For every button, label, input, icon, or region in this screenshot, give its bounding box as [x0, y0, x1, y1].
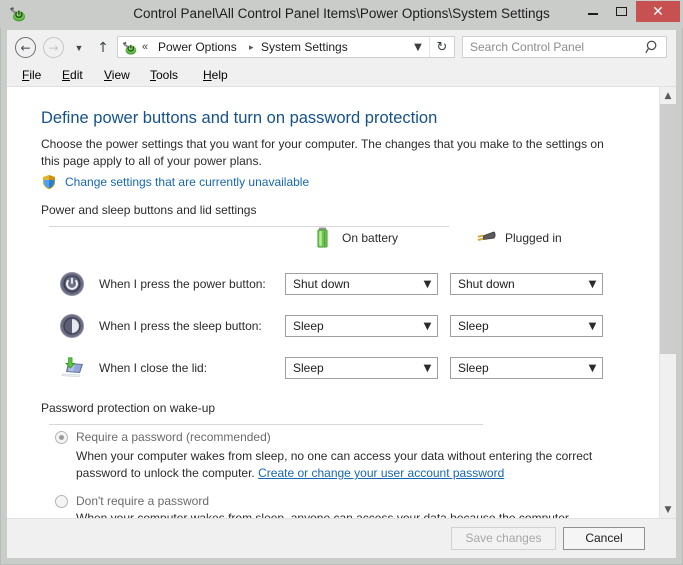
address-power-options-icon [122, 40, 138, 56]
scroll-down-arrow-icon[interactable]: ▼ [660, 501, 676, 518]
address-bar[interactable]: « Power Options ▸ System Settings ▼ ↻ [117, 36, 455, 58]
radio-require-password-dot[interactable] [55, 431, 68, 444]
breadcrumb-separator-icon[interactable]: ▸ [249, 37, 254, 57]
close-icon: ✕ [652, 3, 664, 20]
address-chevron-down-icon[interactable]: ▼ [407, 37, 429, 57]
menu-bar: File Edit View Tools Help [7, 64, 676, 86]
up-level-button[interactable]: ↑ [93, 37, 113, 58]
menu-file-rest: ile [29, 68, 42, 82]
dont-require-password-description-clipped: When your computer wakes from sleep, any… [76, 511, 626, 518]
vertical-scrollbar[interactable]: ▲ ▼ [659, 87, 676, 518]
chevron-down-icon: ▼ [423, 320, 432, 332]
combo-close-lid-on-battery[interactable]: Sleep ▼ [285, 357, 438, 379]
menu-edit-rest: dit [70, 68, 83, 82]
recent-pages-chevron-down-icon[interactable]: ▼ [70, 37, 88, 58]
menu-view-accel: V [104, 68, 112, 82]
save-changes-button[interactable]: Save changes [451, 527, 556, 550]
menu-tools-rest: ools [156, 68, 179, 82]
chevron-down-icon: ▼ [588, 278, 597, 290]
minimize-button[interactable] [578, 1, 607, 22]
scrollbar-thumb[interactable] [660, 104, 676, 354]
dont-require-password-body-text: When your computer wakes from sleep, any… [76, 511, 569, 518]
refresh-icon[interactable]: ↻ [429, 37, 454, 57]
setting-label-sleep-button: When I press the sleep button: [99, 319, 262, 333]
scroll-up-arrow-icon[interactable]: ▲ [660, 87, 676, 104]
combo-sleep-button-on-battery[interactable]: Sleep ▼ [285, 315, 438, 337]
content-frame: Define power buttons and turn on passwor… [7, 86, 676, 518]
create-change-password-link[interactable]: Create or change your user account passw… [258, 466, 504, 480]
chevron-down-icon: ▼ [588, 362, 597, 374]
menu-item-file[interactable]: File [15, 64, 48, 86]
breadcrumb-power-options[interactable]: Power Options [158, 37, 237, 57]
minimize-icon [578, 1, 607, 22]
breadcrumb-system-settings[interactable]: System Settings [261, 37, 348, 57]
radio-dont-require-password-dot[interactable] [55, 495, 68, 508]
search-icon [645, 39, 660, 55]
combo-close-lid-plugged-in-value: Sleep [458, 361, 489, 375]
window-border-left [0, 0, 1, 565]
combo-power-button-on-battery-value: Shut down [293, 277, 350, 291]
change-settings-link[interactable]: Change settings that are currently unava… [65, 173, 309, 191]
battery-icon [312, 226, 334, 250]
column-header-plugged-in-label: Plugged in [505, 231, 562, 245]
combo-close-lid-on-battery-value: Sleep [293, 361, 324, 375]
combo-power-button-plugged-in[interactable]: Shut down ▼ [450, 273, 603, 295]
search-input[interactable]: Search Control Panel [462, 36, 667, 58]
menu-edit-accel: E [62, 68, 71, 82]
menu-item-help[interactable]: Help [196, 64, 235, 86]
back-button[interactable]: ← [15, 37, 36, 58]
combo-sleep-button-on-battery-value: Sleep [293, 319, 324, 333]
menu-item-edit[interactable]: Edit [55, 64, 90, 86]
forward-button[interactable]: → [43, 37, 64, 58]
navigation-bar: ← → ▼ ↑ « Power Options ▸ System Setting… [7, 30, 676, 64]
shield-icon [41, 174, 57, 190]
column-header-on-battery-label: On battery [342, 231, 399, 245]
combo-power-button-plugged-in-value: Shut down [458, 277, 515, 291]
maximize-button[interactable] [607, 1, 636, 22]
title-bar[interactable]: Control Panel\All Control Panel Items\Po… [0, 0, 683, 28]
breadcrumb-overflow-chevrons[interactable]: « [142, 37, 148, 57]
cancel-button[interactable]: Cancel [563, 527, 645, 550]
chevron-down-icon: ▼ [423, 278, 432, 290]
combo-close-lid-plugged-in[interactable]: Sleep ▼ [450, 357, 603, 379]
radio-dont-require-password-label: Don't require a password [76, 494, 210, 508]
combo-power-button-on-battery[interactable]: Shut down ▼ [285, 273, 438, 295]
password-section-heading: Password protection on wake-up [41, 400, 622, 425]
page-description: Choose the power settings that you want … [41, 137, 604, 168]
setting-label-close-lid: When I close the lid: [99, 361, 208, 375]
laptop-lid-icon [59, 355, 85, 381]
search-placeholder: Search Control Panel [470, 40, 585, 54]
combo-sleep-button-plugged-in-value: Sleep [458, 319, 489, 333]
chevron-down-icon: ▼ [588, 320, 597, 332]
power-section-heading-label: Power and sleep buttons and lid settings [41, 203, 257, 217]
menu-item-tools[interactable]: Tools [143, 64, 185, 86]
sleep-button-icon [59, 313, 85, 339]
power-button-icon [59, 271, 85, 297]
menu-item-view[interactable]: View [97, 64, 137, 86]
power-section-heading: Power and sleep buttons and lid settings [41, 202, 622, 227]
password-section-heading-label: Password protection on wake-up [41, 401, 216, 415]
chevron-down-icon: ▼ [423, 362, 432, 374]
radio-require-password-label: Require a password (recommended) [76, 430, 271, 444]
close-button[interactable]: ✕ [636, 1, 680, 22]
maximize-icon [607, 1, 636, 22]
control-panel-window: Control Panel\All Control Panel Items\Po… [0, 0, 683, 565]
combo-sleep-button-plugged-in[interactable]: Sleep ▼ [450, 315, 603, 337]
settings-content: Define power buttons and turn on passwor… [7, 87, 659, 518]
page-title: Define power buttons and turn on passwor… [41, 109, 438, 127]
setting-label-power-button: When I press the power button: [99, 277, 266, 291]
menu-view-rest: iew [111, 68, 130, 82]
power-plug-icon [475, 226, 497, 250]
password-section-rule [49, 424, 483, 425]
menu-help-accel: H [203, 68, 212, 82]
require-password-description: When your computer wakes from sleep, no … [76, 448, 626, 482]
menu-help-rest: elp [211, 68, 228, 82]
command-bar: Save changes Cancel [7, 518, 676, 558]
